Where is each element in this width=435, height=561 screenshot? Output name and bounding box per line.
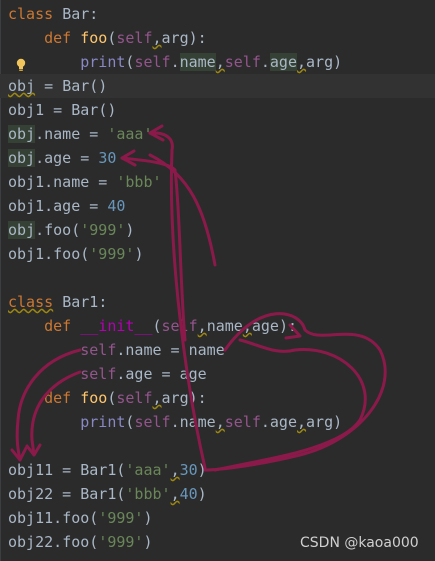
code-line-14: def __init__(self,name,age): (44, 317, 297, 335)
init-method: __init__ (80, 317, 153, 335)
code-line-5: obj1 = Bar() (8, 101, 117, 119)
code-line-4: obj = Bar() (0, 74, 435, 98)
code-line-2: def foo(self,arg): (44, 29, 207, 47)
keyword-def: def (44, 29, 72, 47)
code-line-1: class Bar: (8, 5, 99, 23)
code-line-17: def foo(self,arg): (44, 389, 207, 407)
keyword-class: class (8, 5, 54, 23)
code-line-20: obj11 = Bar1('aaa',30) (8, 461, 207, 479)
builtin-print: print (80, 53, 126, 71)
code-line-11: obj1.foo('999') (8, 245, 144, 263)
code-line-3: print(self.name,self.age,arg) (80, 53, 343, 71)
code-line-13: class Bar1: (8, 293, 108, 311)
code-line-15: self.name = name (80, 341, 225, 359)
code-line-6: obj.name = 'aaa' (8, 125, 153, 143)
code-line-16: self.age = age (80, 365, 207, 383)
code-line-10: obj.foo('999') (8, 221, 135, 239)
code-line-8: obj1.name = 'bbb' (8, 173, 162, 191)
code-line-22: obj11.foo('999') (8, 509, 153, 527)
code-line-7: obj.age = 30 (8, 149, 117, 167)
watermark: CSDN @kaoa000 (300, 535, 419, 551)
lightbulb-icon[interactable] (15, 58, 27, 72)
code-line-18: print(self.name,self.age,arg) (80, 413, 343, 431)
function-name: foo (80, 29, 108, 47)
code-line-23: obj22.foo('999') (8, 533, 153, 551)
code-line-9: obj1.age = 40 (8, 197, 126, 215)
class-name: Bar (62, 5, 90, 23)
code-line-21: obj22 = Bar1('bbb',40) (8, 485, 207, 503)
